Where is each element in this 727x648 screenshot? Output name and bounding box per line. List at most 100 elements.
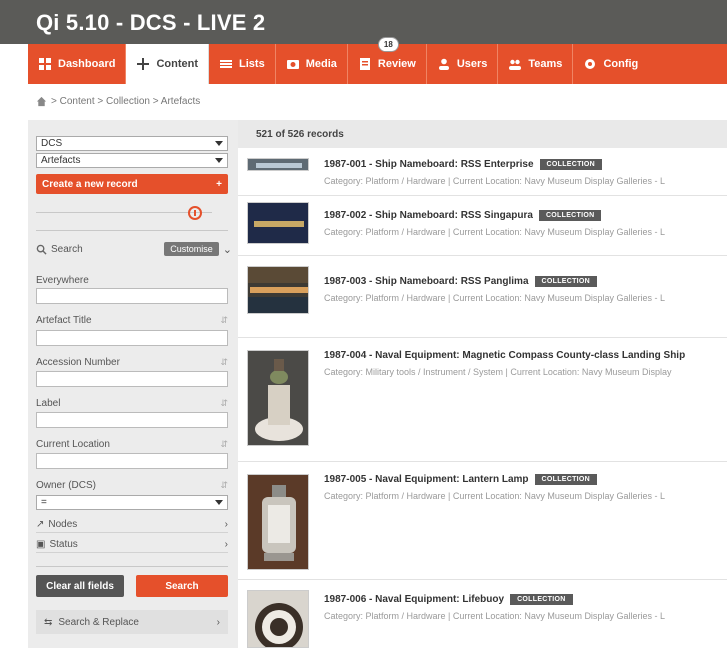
record-thumbnail[interactable] [247,266,309,314]
record-title[interactable]: 1987-004 - Naval Equipment: Magnetic Com… [324,350,685,361]
create-record-button[interactable]: Create a new record + [36,174,228,194]
reset-icon[interactable] [188,206,202,220]
record-thumbnail[interactable] [247,590,309,648]
records-count: 521 of 526 records [238,120,727,148]
collection-badge: COLLECTION [539,159,603,170]
record-title-text: 1987-002 - Ship Nameboard: RSS Singapura [324,210,533,221]
nav-review[interactable]: 18 Review [348,37,427,84]
breadcrumb: > Content > Collection > Artefacts [36,96,200,107]
record-title[interactable]: 1987-006 - Naval Equipment: Lifebuoy COL… [324,594,573,605]
chevron-down-icon [215,141,223,146]
collection-badge: COLLECTION [510,594,573,605]
record-row[interactable]: 1987-003 - Ship Nameboard: RSS Panglima … [238,256,727,338]
divider [36,212,212,213]
current-location-input[interactable] [36,453,228,469]
nav-content[interactable]: Content [126,44,210,84]
nav-users-label: Users [456,58,488,70]
record-title-text: 1987-001 - Ship Nameboard: RSS Enterpris… [324,159,534,170]
database-select-value: DCS [41,138,63,149]
nodes-row[interactable]: ↗ Nodes › [36,517,228,533]
sort-icon[interactable]: ⇵ [220,480,228,491]
record-meta: Category: Military tools / Instrument / … [324,367,672,377]
divider [36,230,228,231]
nav-teams[interactable]: Teams [498,44,574,84]
record-title[interactable]: 1987-005 - Naval Equipment: Lantern Lamp… [324,474,598,485]
record-title[interactable]: 1987-002 - Ship Nameboard: RSS Singapura… [324,210,602,221]
record-title-text: 1987-003 - Ship Nameboard: RSS Panglima [324,276,529,287]
record-title[interactable]: 1987-001 - Ship Nameboard: RSS Enterpris… [324,159,603,170]
nav-teams-label: Teams [528,58,563,70]
plus-icon: + [216,178,222,190]
artefact-title-input[interactable] [36,330,228,346]
nav-users[interactable]: Users [427,44,499,84]
collection-badge: COLLECTION [534,474,598,485]
nav-lists[interactable]: Lists [209,44,276,84]
breadcrumb-path[interactable]: > Content > Collection > Artefacts [51,96,200,107]
nodes-label: Nodes [48,519,78,530]
sort-icon[interactable]: ⇵ [220,315,228,326]
record-meta: Category: Platform / Hardware | Current … [324,227,665,237]
create-record-label: Create a new record [42,178,138,190]
search-replace-row[interactable]: ⇆ Search & Replace › [36,610,228,634]
review-icon [358,57,372,71]
sort-icon[interactable]: ⇵ [220,398,228,409]
accession-number-input[interactable] [36,371,228,387]
chevron-right-icon: › [224,539,228,550]
record-row[interactable]: 1987-002 - Ship Nameboard: RSS Singapura… [238,196,727,256]
everywhere-input[interactable] [36,288,228,304]
field-label-text: Current Location [36,439,110,450]
nav-config[interactable]: Config [573,44,648,84]
chevron-down-icon[interactable]: ⌄ [223,243,232,256]
chevron-right-icon: › [216,616,220,628]
review-count-badge: 18 [377,37,399,52]
list-icon [219,57,233,71]
owner-select[interactable]: = [36,495,228,510]
search-button[interactable]: Search [136,575,228,597]
clear-all-fields-button[interactable]: Clear all fields [36,575,124,597]
record-row[interactable]: 1987-001 - Ship Nameboard: RSS Enterpris… [238,148,727,196]
status-label: Status [49,539,78,550]
record-thumbnail[interactable] [247,350,309,446]
chevron-down-icon [215,500,223,505]
nav-media-label: Media [305,58,337,70]
record-title[interactable]: 1987-003 - Ship Nameboard: RSS Panglima … [324,276,598,287]
record-title-text: 1987-006 - Naval Equipment: Lifebuoy [324,594,505,605]
record-row[interactable]: 1987-004 - Naval Equipment: Magnetic Com… [238,338,727,462]
field-label-current-location: Current Location ⇵ [36,439,228,450]
owner-select-value: = [41,497,47,508]
nodes-icon: ↗ [36,519,45,530]
nav-media[interactable]: Media [276,44,348,84]
status-row[interactable]: ▣ Status › [36,537,228,553]
record-thumbnail[interactable] [247,158,309,171]
customise-button[interactable]: Customise [164,242,219,256]
sort-icon[interactable]: ⇵ [220,439,228,450]
record-meta: Category: Platform / Hardware | Current … [324,176,665,186]
collection-select[interactable]: Artefacts [36,153,228,168]
record-meta: Category: Platform / Hardware | Current … [324,491,665,501]
search-replace-label: Search & Replace [58,616,139,628]
field-label-text: Everywhere [36,275,89,286]
record-row[interactable]: 1987-005 - Naval Equipment: Lantern Lamp… [238,462,727,580]
field-label-text: Label [36,398,61,409]
database-select[interactable]: DCS [36,136,228,151]
team-icon [508,57,522,71]
gear-icon [583,57,597,71]
search-icon [36,244,47,255]
record-thumbnail[interactable] [247,202,309,244]
records-panel: 521 of 526 records 1987-001 - Ship Nameb… [238,120,727,648]
field-label-text: Owner (DCS) [36,480,97,491]
nav-review-label: Review [377,58,416,70]
chevron-right-icon: › [224,519,228,530]
nav-dashboard[interactable]: Dashboard [28,44,127,84]
label-input[interactable] [36,412,228,428]
record-thumbnail[interactable] [247,474,309,570]
sort-icon[interactable]: ⇵ [220,357,228,368]
home-icon[interactable] [36,96,47,107]
top-bar: Qi 5.10 - DCS - LIVE 2 [0,0,727,44]
collection-badge: COLLECTION [534,276,598,287]
camera-icon [286,57,300,71]
user-icon [437,57,451,71]
search-header: Search Customise ⌄ [36,240,232,258]
record-row[interactable]: 1987-006 - Naval Equipment: Lifebuoy COL… [238,580,727,648]
collection-badge: COLLECTION [538,210,602,221]
